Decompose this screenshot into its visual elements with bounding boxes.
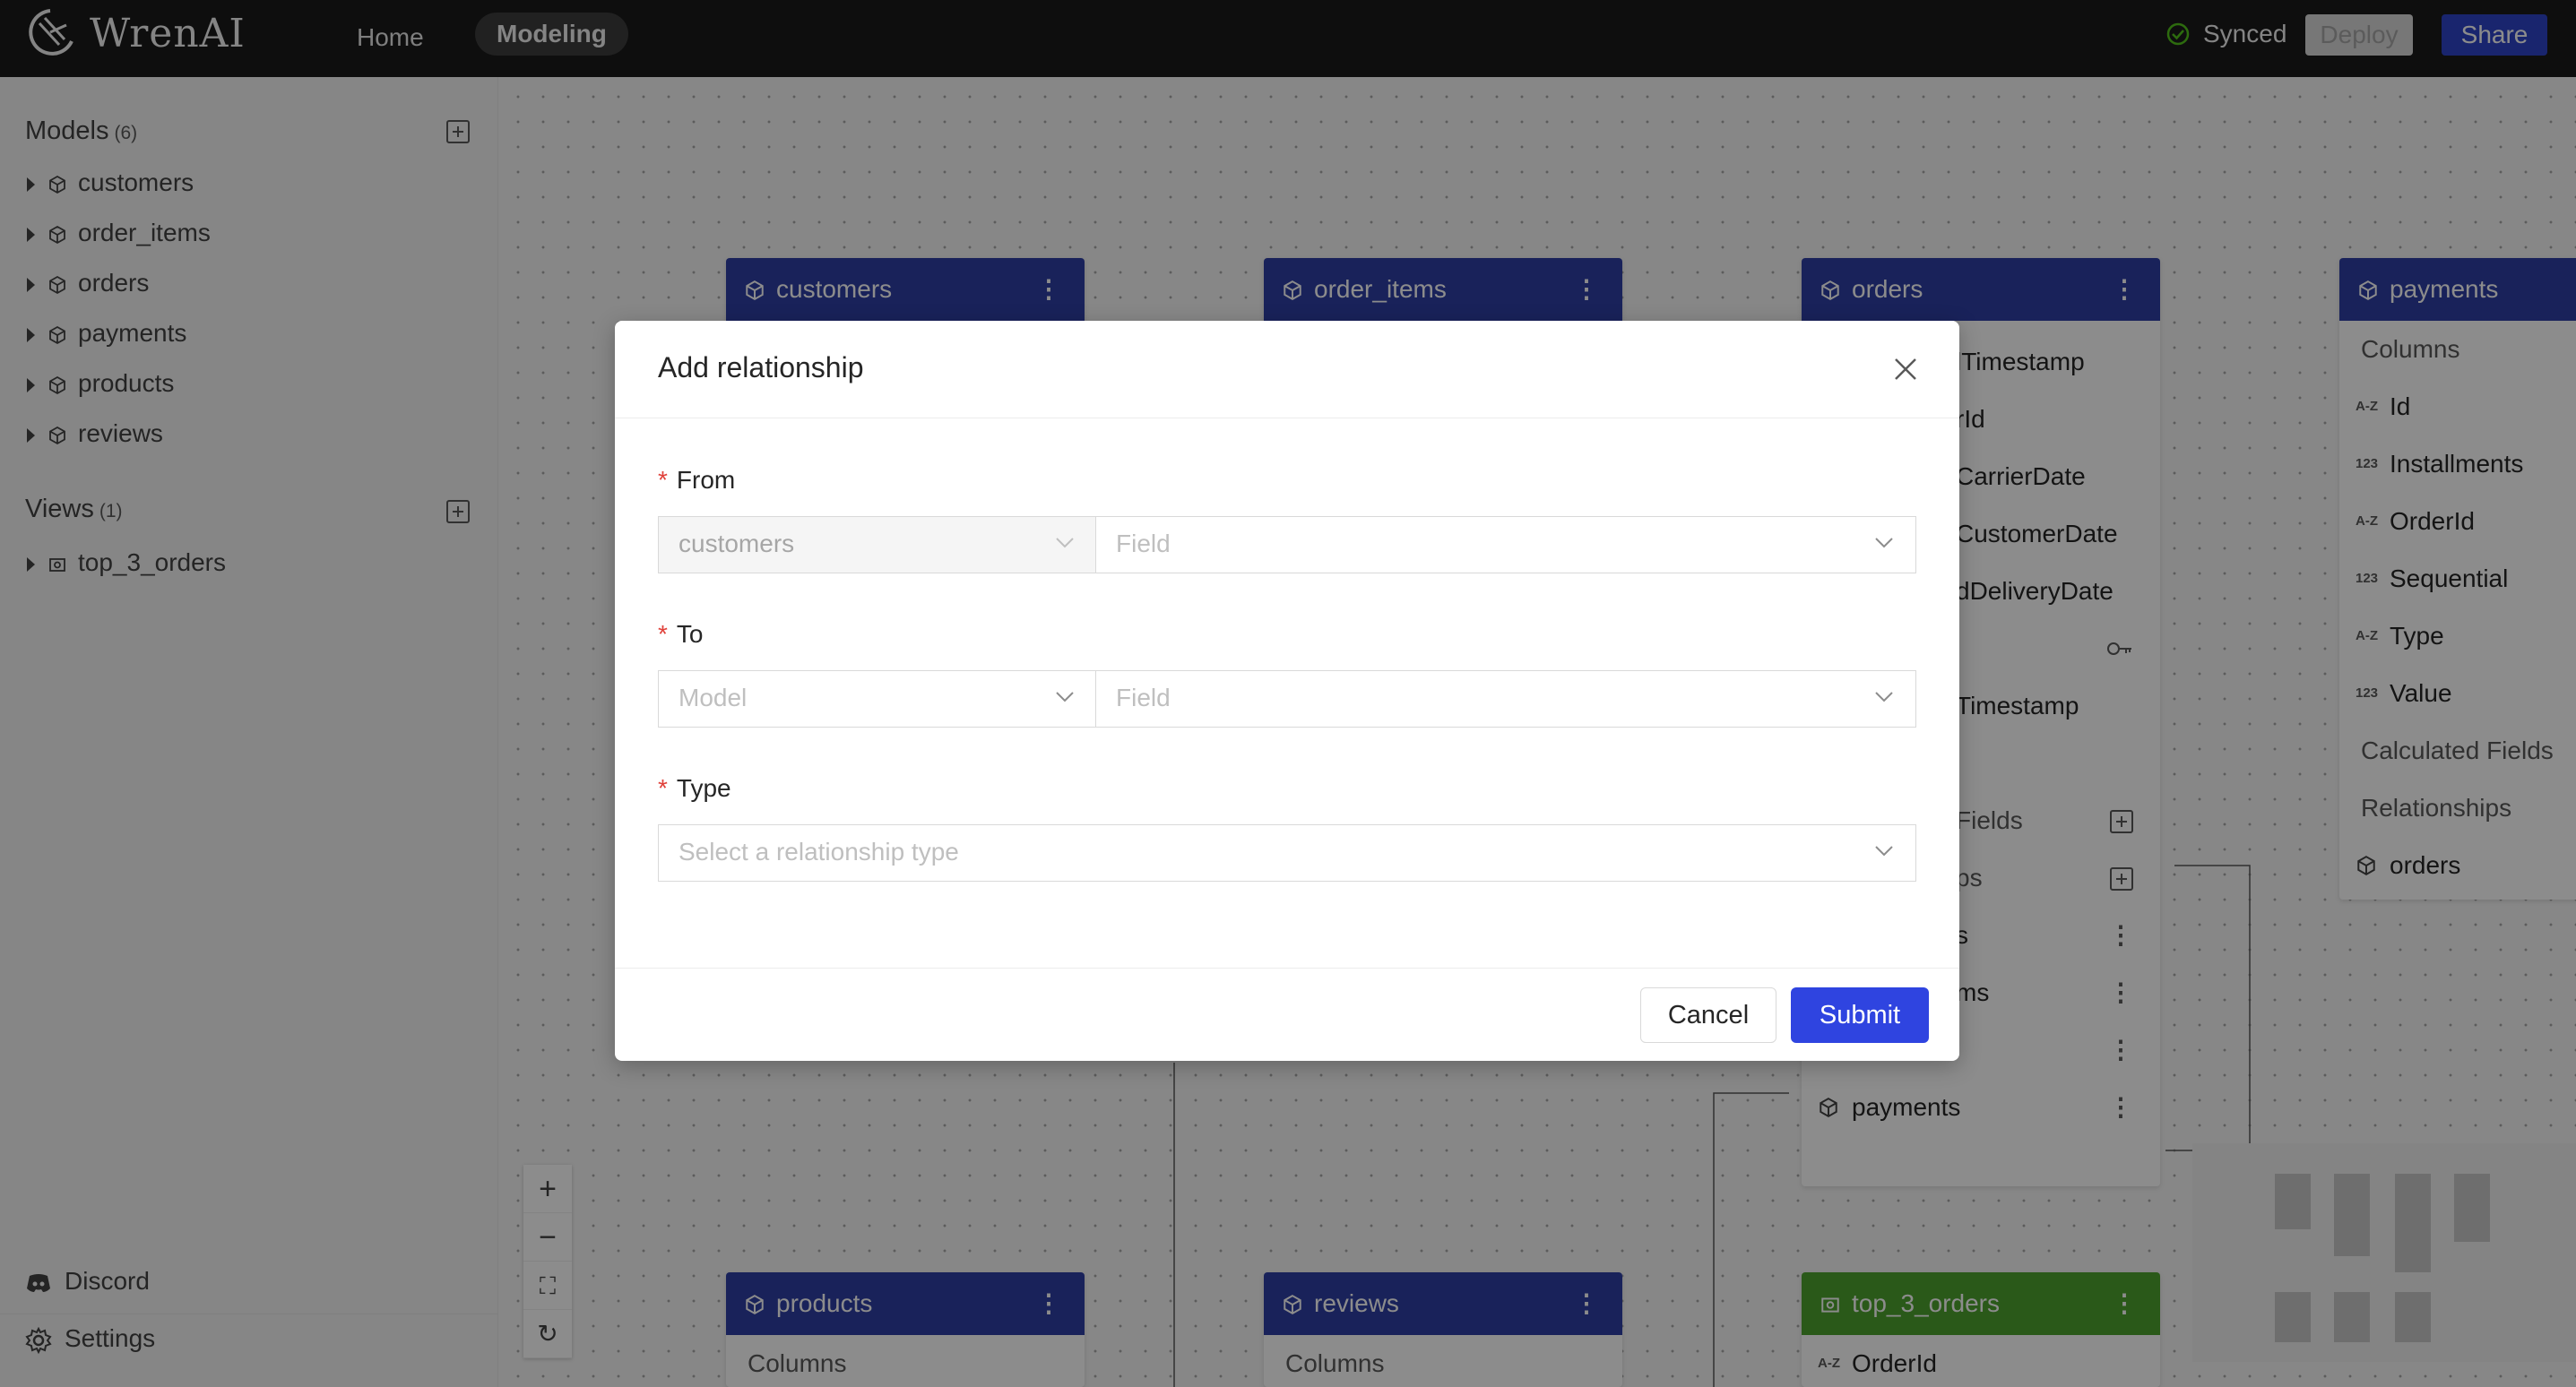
select-placeholder: Field [1116, 684, 1171, 711]
chevron-down-icon [1875, 846, 1893, 857]
to-label: * To [658, 620, 704, 648]
select-placeholder: Field [1116, 530, 1171, 557]
from-field-select[interactable]: Field [1095, 516, 1916, 573]
select-placeholder: Model [679, 684, 748, 711]
type-label-text: Type [676, 774, 731, 802]
chevron-down-icon [1875, 692, 1893, 702]
to-model-select[interactable]: Model [658, 670, 1097, 728]
select-value: customers [679, 530, 795, 557]
from-model-select[interactable]: customers [658, 516, 1097, 573]
chevron-down-icon [1056, 538, 1074, 548]
chevron-down-icon [1875, 538, 1893, 548]
from-label-text: From [676, 466, 736, 494]
from-label: * From [658, 466, 736, 494]
type-label: * Type [658, 774, 731, 802]
chevron-down-icon [1056, 692, 1074, 702]
add-relationship-dialog: Add relationship * From customers Field *… [615, 321, 1959, 1061]
cancel-button[interactable]: Cancel [1640, 987, 1776, 1043]
to-field-select[interactable]: Field [1095, 670, 1916, 728]
dialog-footer-divider [615, 968, 1959, 969]
relationship-type-select[interactable]: Select a relationship type [658, 824, 1916, 882]
submit-button[interactable]: Submit [1791, 987, 1929, 1043]
to-label-text: To [676, 620, 704, 648]
close-icon[interactable] [1893, 357, 1918, 382]
select-placeholder: Select a relationship type [679, 838, 959, 866]
dialog-title: Add relationship [658, 351, 864, 383]
